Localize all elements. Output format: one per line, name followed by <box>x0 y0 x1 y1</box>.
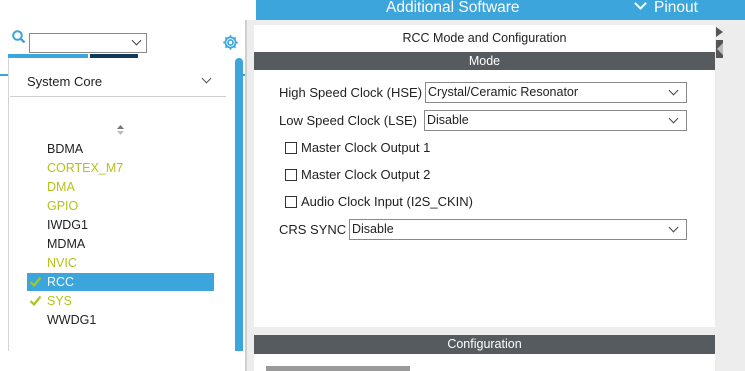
chevron-down-icon[interactable] <box>201 73 212 84</box>
list-item-mdma[interactable]: MDMA <box>27 235 214 253</box>
list-item-iwdg1[interactable]: IWDG1 <box>27 216 214 234</box>
check-icon <box>29 275 42 288</box>
crs-sync-select[interactable]: Disable <box>349 219 687 240</box>
list-item-wwdg1[interactable]: WWDG1 <box>27 311 214 329</box>
sort-icon[interactable] <box>116 124 125 136</box>
list-item-sys[interactable]: SYS <box>27 292 214 310</box>
list-item-label: NVIC <box>47 256 77 270</box>
master-clock-output-1-checkbox[interactable] <box>285 142 297 154</box>
list-item-label: DMA <box>47 180 75 194</box>
category-label: System Core <box>27 74 103 89</box>
master-clock-output-2-checkbox[interactable] <box>285 169 297 181</box>
list-item-label: SYS <box>47 294 73 308</box>
gear-icon[interactable] <box>222 34 239 51</box>
mode-header: Mode <box>254 52 715 70</box>
tab-additional-software[interactable]: Additional Software <box>386 0 520 17</box>
chevron-down-icon <box>634 0 647 10</box>
audio-clock-input-checkbox[interactable] <box>285 196 297 208</box>
collapse-handle-icon[interactable] <box>716 25 723 60</box>
pinout-label: Pinout <box>654 0 698 16</box>
panel-title: RCC Mode and Configuration <box>402 31 567 45</box>
list-item-cortex-m7[interactable]: CORTEX_M7 <box>27 159 214 177</box>
list-item-label: BDMA <box>47 142 84 156</box>
lse-select-value: Disable <box>427 113 469 127</box>
search-row <box>0 27 245 53</box>
crs-sync-label: CRS SYNC <box>279 222 347 237</box>
list-item-gpio[interactable]: GPIO <box>27 197 214 215</box>
list-item-rcc[interactable]: RCC <box>27 273 214 291</box>
list-item-label: MDMA <box>47 237 86 251</box>
audio-clock-input-label: Audio Clock Input (I2S_CKIN) <box>301 194 473 209</box>
hse-label: High Speed Clock (HSE) <box>279 85 423 100</box>
chevron-down-icon <box>668 222 679 233</box>
list-item-label: CORTEX_M7 <box>47 161 124 175</box>
list-item-label: GPIO <box>47 199 79 213</box>
list-item-label: IWDG1 <box>47 218 88 232</box>
configuration-header: Configuration <box>254 335 715 354</box>
list-item-label: WWDG1 <box>47 313 97 327</box>
top-bar-blue: Additional Software Pinout <box>256 0 745 20</box>
search-input[interactable] <box>29 33 147 53</box>
crs-sync-select-value: Disable <box>352 222 394 236</box>
pinout-menu[interactable]: Pinout <box>634 0 698 17</box>
master-clock-output-1-label: Master Clock Output 1 <box>301 140 431 155</box>
list-item-label: RCC <box>47 275 75 289</box>
list-item-dma[interactable]: DMA <box>27 178 214 196</box>
configuration-tab[interactable] <box>266 366 410 371</box>
search-icon[interactable] <box>11 27 27 43</box>
lse-label: Low Speed Clock (LSE) <box>279 113 418 128</box>
panel-divider[interactable] <box>245 20 247 371</box>
chevron-down-icon[interactable] <box>131 35 142 46</box>
lse-select[interactable]: Disable <box>424 110 687 131</box>
chevron-down-icon <box>668 85 679 96</box>
list-item-nvic[interactable]: NVIC <box>27 254 214 272</box>
hse-select-value: Crystal/Ceramic Resonator <box>428 85 579 99</box>
check-icon <box>29 294 42 307</box>
tree-scrollbar[interactable] <box>235 58 243 351</box>
category-dropdown-system-core[interactable]: System Core <box>10 70 226 97</box>
hse-select[interactable]: Crystal/Ceramic Resonator <box>425 82 687 103</box>
top-bar: Additional Software Pinout <box>0 0 745 20</box>
master-clock-output-2-label: Master Clock Output 2 <box>301 167 431 182</box>
list-item-bdma[interactable]: BDMA <box>27 140 214 158</box>
chevron-down-icon <box>668 113 679 124</box>
